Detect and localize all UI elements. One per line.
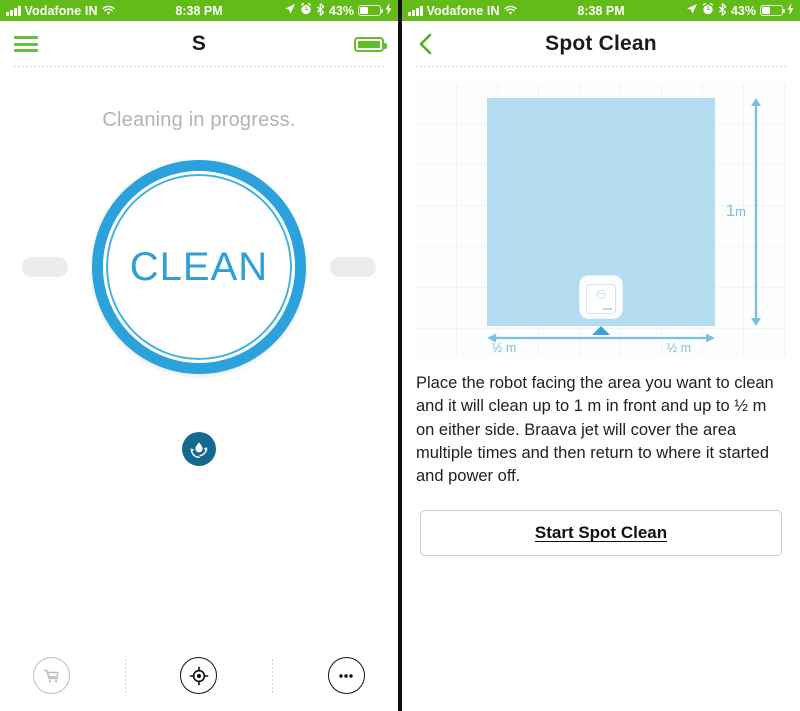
bluetooth-icon <box>316 2 325 19</box>
vertical-dimension-unit: m <box>735 204 746 219</box>
charging-bolt-icon <box>385 3 392 18</box>
water-drop-refresh-icon[interactable] <box>182 432 216 466</box>
battery-icon <box>760 5 786 16</box>
battery-full-icon <box>354 36 387 52</box>
spot-clean-description: Place the robot facing the area you want… <box>416 374 774 485</box>
vertical-dimension-value: 1 <box>725 201 736 220</box>
tab-separator <box>124 658 126 693</box>
vertical-dimension-arrow <box>749 98 763 326</box>
left-phone-screen: Vodafone IN 8:38 PM 43% S Cleaning in pr… <box>0 0 398 711</box>
clean-button-inner-ring: CLEAN <box>103 171 295 363</box>
vertical-dimension-label: 1m <box>726 201 746 221</box>
start-spot-clean-button[interactable]: Start Spot Clean <box>420 510 782 557</box>
wifi-icon <box>503 5 517 16</box>
shopping-cart-icon <box>33 657 71 694</box>
spot-clean-diagram: 1m ½ m ½ m <box>416 83 786 356</box>
battery-percent-label: 43% <box>730 3 756 18</box>
braava-jet-robot-icon <box>580 276 622 318</box>
clean-button[interactable]: CLEAN <box>92 160 306 374</box>
tab-separator <box>272 658 274 693</box>
carrier-label: Vodafone IN <box>426 3 500 18</box>
bottom-tab-bar <box>0 640 398 711</box>
status-bar-right-group: 43% <box>686 2 794 19</box>
more-dots-icon <box>327 657 365 694</box>
right-nav-bar: Spot Clean <box>402 21 800 67</box>
left-nav-bar: S <box>0 21 398 67</box>
robot-body <box>586 283 616 314</box>
location-arrow-icon <box>284 3 296 18</box>
right-phone-screen: Vodafone IN 8:38 PM 43% Spot Clean 1m ½ … <box>402 0 800 711</box>
status-bar-right: Vodafone IN 8:38 PM 43% <box>402 0 800 21</box>
tab-more[interactable] <box>316 657 376 694</box>
status-bar-left-group: Vodafone IN <box>408 4 517 18</box>
signal-bars-icon <box>408 5 423 16</box>
wifi-icon <box>101 5 115 16</box>
carrier-label: Vodafone IN <box>24 3 98 18</box>
alarm-clock-icon <box>300 2 312 18</box>
alarm-clock-icon <box>702 2 714 18</box>
dual-screenshot-container: Vodafone IN 8:38 PM 43% S Cleaning in pr… <box>0 0 800 711</box>
start-spot-clean-label: Start Spot Clean <box>534 523 668 543</box>
signal-bars-icon <box>6 5 21 16</box>
target-spot-icon <box>180 657 218 694</box>
charging-bolt-icon <box>787 3 794 18</box>
robot-button-icon <box>596 289 606 299</box>
pill-handle-right[interactable] <box>330 257 376 277</box>
battery-percent-label: 43% <box>328 3 354 18</box>
pill-handle-left[interactable] <box>22 257 68 277</box>
status-bar-left: Vodafone IN 8:38 PM 43% <box>0 0 398 21</box>
status-bar-left-group: Vodafone IN <box>6 4 115 18</box>
battery-icon <box>358 5 384 16</box>
status-bar-right-group: 43% <box>284 2 392 19</box>
bluetooth-icon <box>718 2 727 19</box>
clean-button-label: CLEAN <box>129 244 269 289</box>
clean-button-area: CLEAN <box>0 160 398 480</box>
location-arrow-icon <box>686 3 698 18</box>
page-title: Spot Clean <box>545 32 657 55</box>
tab-store[interactable] <box>22 657 82 694</box>
right-dimension-label: ½ m <box>666 341 691 355</box>
page-title: S <box>191 32 207 55</box>
tab-spot-clean[interactable] <box>169 657 229 694</box>
robot-pad-marker <box>603 307 612 310</box>
cleaning-status-message: Cleaning in progress. <box>102 109 296 131</box>
left-dimension-label: ½ m <box>492 341 517 355</box>
